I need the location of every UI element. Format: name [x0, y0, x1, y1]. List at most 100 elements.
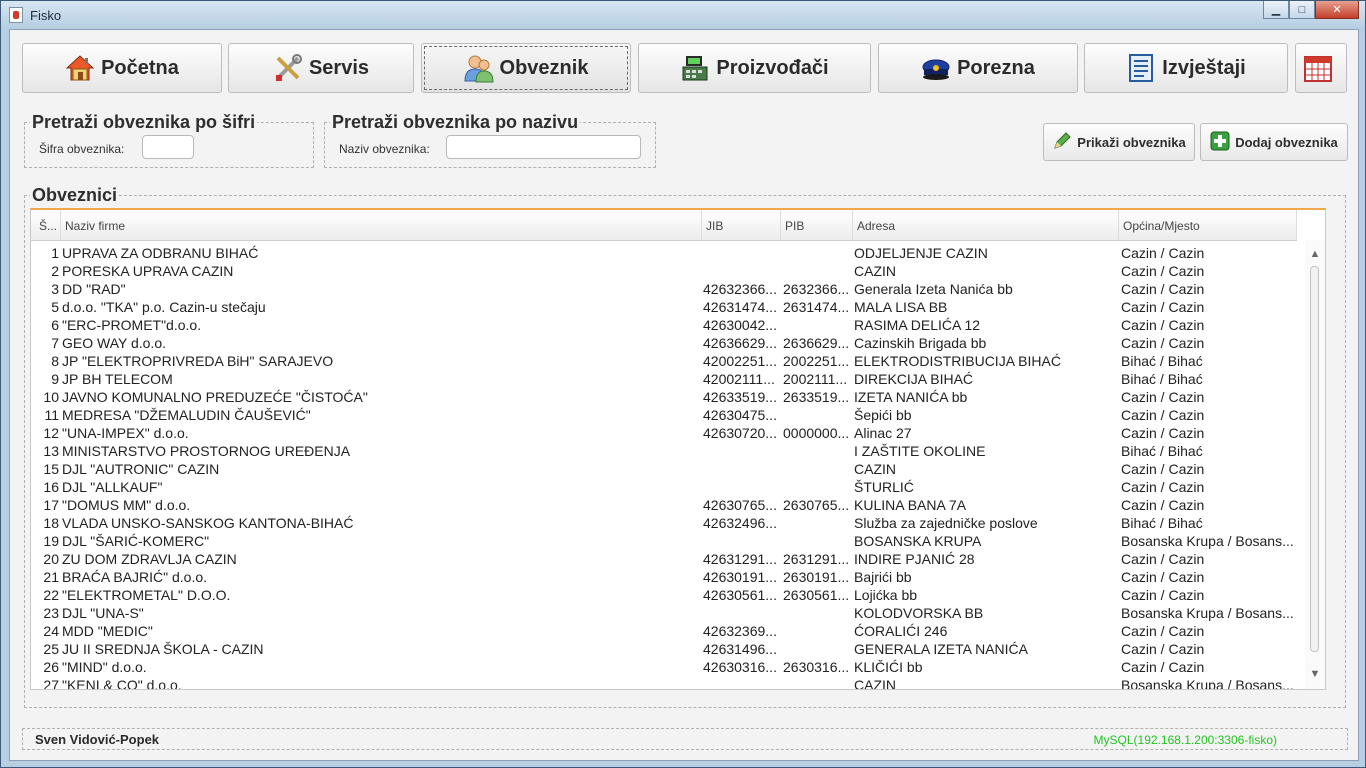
table-row[interactable]: 23 DJL "UNA-S" KOLODVORSKA BB Bosanska Krup…: [31, 604, 1297, 622]
table-row[interactable]: 13 MINISTARSTVO PROSTORNOG UREĐENJA I ZAŠT…: [31, 442, 1297, 460]
scroll-thumb[interactable]: [1310, 266, 1319, 652]
col-pib-header[interactable]: PIB: [781, 210, 853, 240]
cell-opcina: Cazin / Cazin: [1121, 551, 1205, 567]
scroll-up-icon[interactable]: ▲: [1309, 248, 1321, 260]
cell-naziv: JP "ELEKTROPRIVREDA BiH" SARAJEVO: [62, 353, 334, 369]
table-row[interactable]: 21 BRAĆA BAJRIĆ" d.o.o. 42630191... 2630191…: [31, 568, 1297, 586]
cell-adresa: DIREKCIJA BIHAĆ: [854, 371, 974, 387]
nav-servis-button[interactable]: Servis: [228, 43, 414, 93]
cell-jib: 42632496...: [703, 515, 777, 531]
cell-jib: 42630720...: [703, 425, 777, 441]
cell-sifra: 16: [43, 479, 59, 495]
cell-adresa: Alinac 27: [854, 425, 912, 441]
show-obveznik-button[interactable]: Prikaži obveznika: [1043, 123, 1195, 161]
cell-pib: 2002111...: [783, 371, 848, 387]
table-row[interactable]: 26 "MIND" d.o.o. 42630316... 2630316... KLIČ…: [31, 658, 1297, 676]
calendar-icon: [1303, 53, 1333, 83]
cell-opcina: Cazin / Cazin: [1121, 569, 1205, 585]
status-bar: Sven Vidović-Popek MySQL(192.168.1.200:3…: [22, 728, 1348, 750]
col-opcina-header[interactable]: Općina/Mjesto: [1119, 210, 1297, 240]
calendar-button[interactable]: [1295, 43, 1347, 93]
table-row[interactable]: 1 UPRAVA ZA ODBRANU BIHAĆ ODJELJENJE CAZIN…: [31, 244, 1297, 262]
cell-jib: 42632369...: [703, 623, 777, 639]
nav-proizvodjaci-button[interactable]: Proizvođači: [638, 43, 871, 93]
table-row[interactable]: 16 DJL "ALLKAUF" ŠTURLIĆ Cazin / Cazin: [31, 478, 1297, 496]
add-obveznik-button[interactable]: Dodaj obveznika: [1200, 123, 1348, 161]
nav-porezna-button[interactable]: Porezna: [878, 43, 1078, 93]
table-row[interactable]: 20 ZU DOM ZDRAVLJA CAZIN 42631291... 263129…: [31, 550, 1297, 568]
cell-sifra: 21: [43, 569, 59, 585]
nav-obveznik-button[interactable]: Obveznik: [421, 43, 631, 93]
table-row[interactable]: 6 "ERC-PROMET"d.o.o. 42630042... RASIMA DEL…: [31, 316, 1297, 334]
cell-adresa: IZETA NANIĆA bb: [854, 389, 968, 405]
nav-izvjestaji-button[interactable]: Izvještaji: [1084, 43, 1288, 93]
police-cap-icon: [921, 53, 951, 83]
cell-adresa: Služba za zajedničke poslove: [854, 515, 1038, 531]
table-row[interactable]: 10 JAVNO KOMUNALNO PREDUZEĆE "ČISTOĆA" 426…: [31, 388, 1297, 406]
table-row[interactable]: 11 MEDRESA "DŽEMALUDIN ČAUŠEVIĆ" 42630475.…: [31, 406, 1297, 424]
logged-user: Sven Vidović-Popek: [35, 732, 160, 747]
cell-pib: [783, 442, 853, 460]
table-row[interactable]: 2 PORESKA UPRAVA CAZIN CAZIN Cazin / Cazin: [31, 262, 1297, 280]
col-sifra-header[interactable]: Š...: [35, 210, 61, 240]
title-bar[interactable]: Fisko ▁ □ ✕: [1, 1, 1365, 29]
cell-sifra: 9: [51, 371, 59, 387]
cell-jib: 42630316...: [703, 659, 777, 675]
cell-opcina: Bihać / Bihać: [1121, 353, 1203, 369]
table-row[interactable]: 15 DJL "AUTRONIC" CAZIN CAZIN Cazin / Cazin: [31, 460, 1297, 478]
cell-opcina: Bosanska Krupa / Bosans...: [1121, 605, 1294, 621]
cell-sifra: 27: [43, 677, 59, 690]
cell-naziv: "UNA-IMPEX" d.o.o.: [62, 425, 189, 441]
house-icon: [65, 53, 95, 83]
vertical-scrollbar[interactable]: ▲ ▼: [1305, 240, 1325, 689]
nav-pocetna-button[interactable]: Početna: [22, 43, 222, 93]
cell-sifra: 26: [43, 659, 59, 675]
cell-jib: [703, 532, 781, 550]
minimize-button[interactable]: ▁: [1263, 1, 1289, 19]
table-row[interactable]: 9 JP BH TELECOM 42002111... 2002111... DIREK…: [31, 370, 1297, 388]
nav-porezna-label: Porezna: [957, 56, 1035, 79]
col-adresa-header[interactable]: Adresa: [853, 210, 1119, 240]
cell-adresa: BOSANSKA KRUPA: [854, 533, 982, 549]
cell-sifra: 11: [44, 407, 59, 423]
plus-icon: [1210, 131, 1230, 154]
scroll-down-icon[interactable]: ▼: [1309, 668, 1321, 680]
col-naziv-header[interactable]: Naziv firme: [61, 210, 702, 240]
table-row[interactable]: 12 "UNA-IMPEX" d.o.o. 42630720... 0000000..…: [31, 424, 1297, 442]
table-row[interactable]: 17 "DOMUS MM" d.o.o. 42630765... 2630765...…: [31, 496, 1297, 514]
table-row[interactable]: 25 JU II SREDNJA ŠKOLA - CAZIN 42631496...…: [31, 640, 1297, 658]
table-row[interactable]: 27 "KENI & CO" d.o.o. CAZIN Bosanska Krupa …: [31, 676, 1297, 690]
col-jib-header[interactable]: JIB: [702, 210, 781, 240]
name-search-input[interactable]: [446, 135, 641, 159]
cell-opcina: Cazin / Cazin: [1121, 479, 1205, 495]
cell-pib: [783, 622, 853, 640]
maximize-button[interactable]: □: [1289, 1, 1315, 19]
cell-pib: 2630561...: [783, 587, 850, 603]
cell-jib: 42002251...: [703, 353, 777, 369]
cell-sifra: 18: [43, 515, 59, 531]
cell-pib: [783, 244, 853, 262]
cell-pib: [783, 460, 853, 478]
table-row[interactable]: 19 DJL "ŠARIĆ-KOMERC" BOSANSKA KRUPA Bosans…: [31, 532, 1297, 550]
cash-register-icon: [680, 53, 710, 83]
pencil-icon: [1052, 131, 1072, 154]
cell-sifra: 3: [51, 281, 59, 297]
cell-naziv: VLADA UNSKO-SANSKOG KANTONA-BIHAĆ: [62, 515, 354, 531]
cell-opcina: Cazin / Cazin: [1121, 587, 1205, 603]
cell-jib: [703, 244, 781, 262]
table-row[interactable]: 24 MDD "MEDIC" 42632369... ĆORALIĆI 246 Cazi…: [31, 622, 1297, 640]
table-row[interactable]: 8 JP "ELEKTROPRIVREDA BiH" SARAJEVO 420022…: [31, 352, 1297, 370]
code-field-label: Šifra obveznika:: [39, 142, 125, 156]
cell-naziv: BRAĆA BAJRIĆ" d.o.o.: [62, 569, 208, 585]
table-row[interactable]: 7 GEO WAY d.o.o. 42636629... 2636629... Cazi…: [31, 334, 1297, 352]
cell-sifra: 5: [51, 299, 59, 315]
code-search-input[interactable]: [142, 135, 194, 159]
cell-opcina: Cazin / Cazin: [1121, 425, 1205, 441]
table-row[interactable]: 22 "ELEKTROMETAL" D.O.O. 42630561... 263056…: [31, 586, 1297, 604]
cell-naziv: "ELEKTROMETAL" D.O.O.: [62, 587, 231, 603]
name-field-label: Naziv obveznika:: [339, 142, 430, 156]
table-row[interactable]: 18 VLADA UNSKO-SANSKOG KANTONA-BIHAĆ 42632…: [31, 514, 1297, 532]
table-row[interactable]: 5 d.o.o. "TKA" p.o. Cazin-u stečaju 426314…: [31, 298, 1297, 316]
table-row[interactable]: 3 DD "RAD" 42632366... 2632366... Generala I…: [31, 280, 1297, 298]
close-button[interactable]: ✕: [1315, 1, 1359, 19]
